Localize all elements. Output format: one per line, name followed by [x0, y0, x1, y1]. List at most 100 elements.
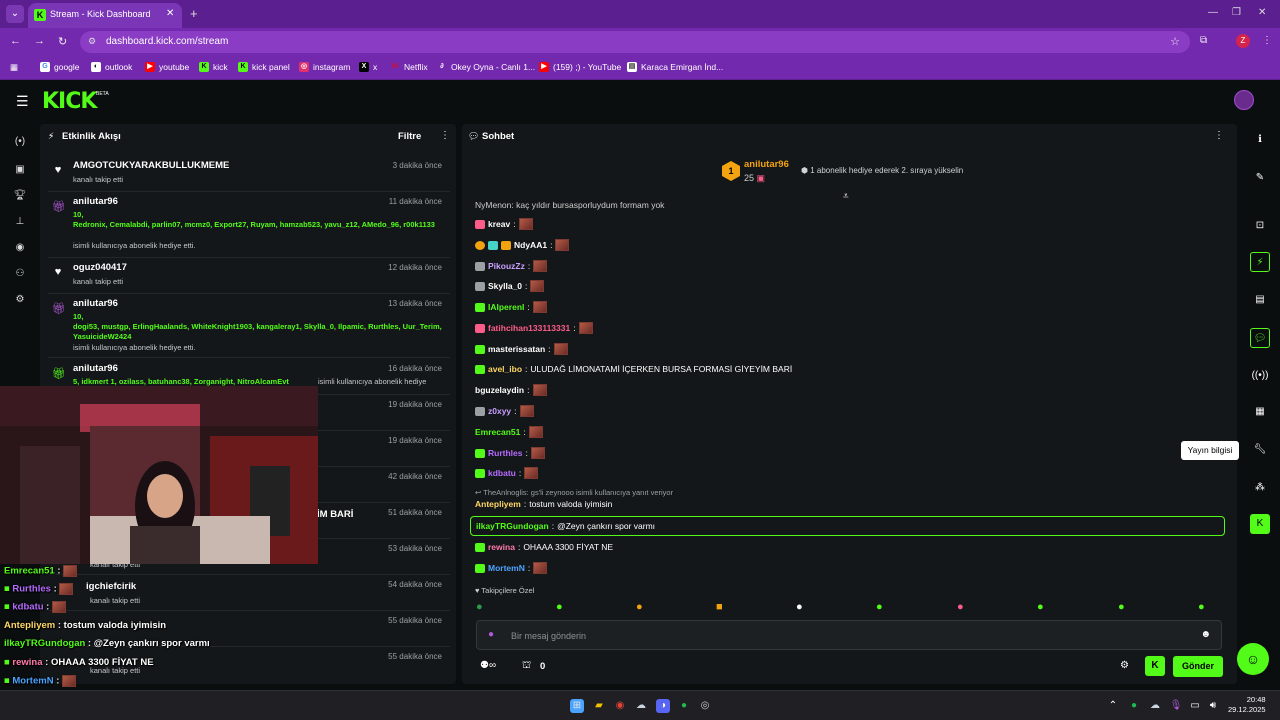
- browser-menu-icon[interactable]: ⋮: [1262, 35, 1272, 46]
- message-user[interactable]: avel_ibo: [488, 364, 522, 374]
- steam-icon[interactable]: ☁: [634, 699, 648, 713]
- emoji-picker-icon[interactable]: ☻: [1200, 629, 1211, 640]
- bookmark-okey[interactable]: ∂ Okey Oyna - Canlı 1...: [437, 62, 535, 72]
- trophy-icon[interactable]: 🏆︎: [12, 190, 28, 201]
- community-icon[interactable]: ⊥: [12, 216, 28, 227]
- info-icon[interactable]: ℹ: [1250, 130, 1270, 150]
- settings-icon[interactable]: ⚙: [12, 294, 28, 305]
- terminal-icon[interactable]: ▦: [1250, 402, 1270, 422]
- forward-icon[interactable]: →: [34, 35, 45, 47]
- emote-icon[interactable]: ●: [1037, 601, 1044, 613]
- activity-user[interactable]: anilutar96: [73, 298, 118, 309]
- bookmark-google[interactable]: Ggoogle: [40, 62, 80, 72]
- tray-app-icon[interactable]: ●: [1127, 699, 1141, 713]
- filter-button[interactable]: Filtre: [398, 131, 421, 142]
- emote-icon[interactable]: ●: [1118, 601, 1125, 613]
- message-user[interactable]: kdbatu: [488, 468, 516, 478]
- bookmark-netflix[interactable]: N Netflix: [390, 62, 427, 72]
- browser-tab[interactable]: K Stream - Kick Dashboard ✕: [28, 3, 182, 28]
- message-user[interactable]: masterissatan: [488, 344, 545, 354]
- extensions-icon[interactable]: ⧉: [1200, 35, 1207, 46]
- message-user[interactable]: Antepliyem: [475, 499, 521, 509]
- bookmark-youtube[interactable]: ▶ youtube: [145, 62, 189, 72]
- live-broadcast-icon[interactable]: (•): [12, 136, 28, 147]
- chat-message-input[interactable]: ● Bir mesaj gönderin ☻: [476, 620, 1222, 650]
- profile-avatar[interactable]: Z: [1236, 34, 1250, 48]
- leader-user[interactable]: anilutar96: [744, 159, 789, 170]
- message-user[interactable]: PikouzZz: [488, 261, 525, 271]
- bookmark-karaca[interactable]: ▤ Karaca Emirgan İnd...: [627, 62, 723, 72]
- network-icon[interactable]: ▭: [1188, 699, 1202, 713]
- tray-chevron-icon[interactable]: ⌃: [1106, 699, 1120, 713]
- tab-search-chevron-icon[interactable]: ⌄: [6, 5, 24, 23]
- emote-icon[interactable]: ●: [796, 601, 803, 613]
- wrench-icon[interactable]: 🔧︎: [1250, 440, 1270, 460]
- broadcast-icon[interactable]: ((•)): [1250, 366, 1270, 386]
- integrations-icon[interactable]: ⁂: [1250, 478, 1270, 498]
- bookmark-x[interactable]: Xx: [359, 62, 377, 72]
- system-clock[interactable]: 20:48 29.12.2025: [1228, 695, 1266, 715]
- message-user[interactable]: kreav: [488, 219, 510, 229]
- reply-context[interactable]: ↩︎ TheAnlnoglis: gs'li zeynooo isimli ku…: [475, 488, 673, 497]
- emote-icon[interactable]: ■: [716, 601, 723, 613]
- more-options-icon[interactable]: ⋮: [440, 130, 450, 141]
- activity-user[interactable]: AMGOTCUKYARAKBULLUKMEME: [73, 160, 229, 171]
- message-user[interactable]: bguzelaydin: [475, 385, 524, 395]
- points-icon[interactable]: ⛫: [522, 660, 531, 673]
- message-user[interactable]: NdyAA1: [514, 240, 547, 250]
- apps-grid-icon[interactable]: ▦: [10, 62, 18, 73]
- bookmark-youtube-2[interactable]: ▶ (159) ;) - YouTube: [539, 62, 621, 72]
- activity-user[interactable]: anilutar96: [73, 363, 118, 374]
- emote-icon[interactable]: ●: [476, 601, 483, 613]
- message-user[interactable]: MortemN: [488, 563, 525, 573]
- user-avatar[interactable]: [1234, 90, 1254, 110]
- address-bar[interactable]: ⚙ dashboard.kick.com/stream ☆: [80, 31, 1190, 53]
- tray-mic-icon[interactable]: 🎙︎: [1169, 699, 1183, 713]
- collapse-chevron-icon[interactable]: ⩡: [843, 191, 849, 202]
- edit-pencil-icon[interactable]: ✎: [1250, 168, 1270, 188]
- reload-icon[interactable]: ↻: [58, 35, 67, 48]
- message-user[interactable]: Skylla_0: [488, 281, 522, 291]
- discord-icon[interactable]: ◑: [656, 699, 670, 713]
- bolt-icon[interactable]: ⚡︎: [1250, 252, 1270, 272]
- new-tab-icon[interactable]: +: [190, 6, 198, 21]
- spotify-icon[interactable]: ●: [677, 699, 691, 713]
- start-icon[interactable]: ⊞: [570, 699, 584, 713]
- moderation-icon[interactable]: ◉: [12, 242, 28, 253]
- bookmark-kick-panel[interactable]: Kkick panel: [238, 62, 290, 72]
- close-tab-icon[interactable]: ✕: [166, 8, 174, 19]
- file-explorer-icon[interactable]: ▰: [592, 699, 606, 713]
- bookmark-outlook[interactable]: ◐ outlook: [91, 62, 132, 72]
- notes-icon[interactable]: ▤: [1250, 290, 1270, 310]
- minimize-icon[interactable]: —: [1208, 7, 1218, 18]
- emote-icon[interactable]: ●: [556, 601, 563, 613]
- users-icon[interactable]: ⚇: [12, 268, 28, 279]
- dashboard-icon[interactable]: ▣: [12, 164, 28, 175]
- chat-options-icon[interactable]: ⋮: [1214, 130, 1224, 141]
- kick-emotes-button[interactable]: K: [1145, 656, 1165, 676]
- bookmark-kick[interactable]: Kkick: [199, 62, 228, 72]
- message-user[interactable]: z0xyy: [488, 406, 511, 416]
- emote-icon[interactable]: ●: [957, 601, 964, 613]
- focus-icon[interactable]: ⊡: [1250, 216, 1270, 236]
- infinity-icon[interactable]: ⚉∞: [480, 660, 496, 671]
- window-close-icon[interactable]: ✕: [1258, 7, 1266, 18]
- support-fab-icon[interactable]: ☺: [1237, 643, 1269, 675]
- tray-steam-icon[interactable]: ☁: [1148, 699, 1162, 713]
- kick-app-icon[interactable]: K: [1250, 514, 1270, 534]
- bookmark-star-icon[interactable]: ☆: [1170, 35, 1180, 48]
- site-info-icon[interactable]: ⚙: [88, 36, 96, 47]
- message-user[interactable]: rewina: [488, 542, 515, 552]
- maximize-icon[interactable]: ❐: [1232, 7, 1241, 18]
- message-user[interactable]: Emrecan51: [475, 427, 520, 437]
- activity-user[interactable]: oguz040417: [73, 262, 127, 273]
- obs-icon[interactable]: ◎: [698, 699, 712, 713]
- emote-icon[interactable]: ●: [636, 601, 643, 613]
- bookmark-instagram[interactable]: ◎ instagram: [299, 62, 350, 72]
- chat-settings-icon[interactable]: ⚙: [1120, 660, 1129, 671]
- activity-user[interactable]: anilutar96: [73, 196, 118, 207]
- kick-logo[interactable]: KICK: [42, 89, 97, 114]
- message-user[interactable]: fatihcihan133113331: [488, 323, 570, 333]
- message-user[interactable]: Rurthles: [488, 448, 522, 458]
- chrome-icon[interactable]: ◉: [613, 699, 627, 713]
